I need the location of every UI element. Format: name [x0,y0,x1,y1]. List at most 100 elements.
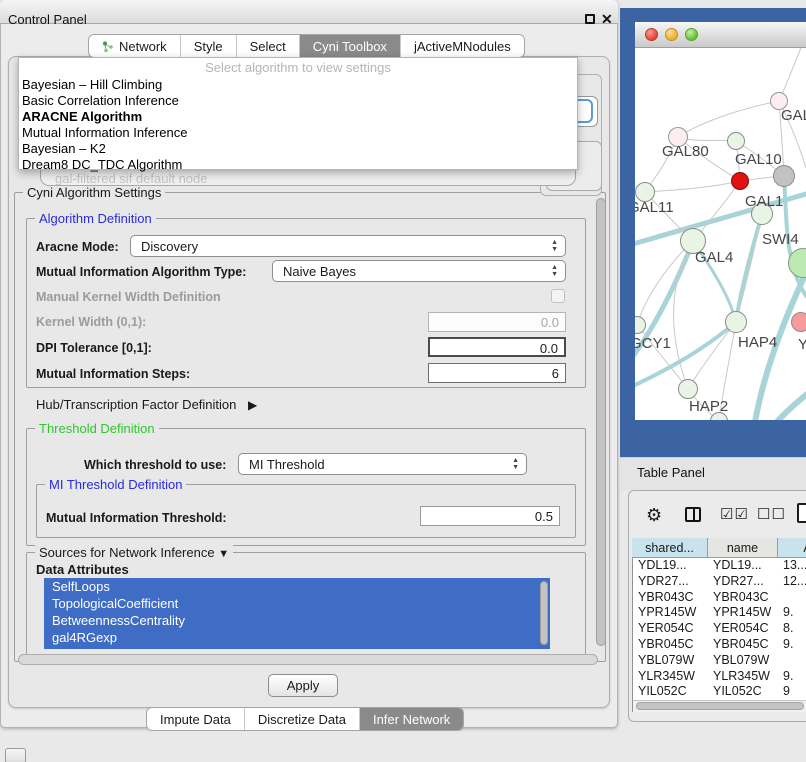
list-item-gal4rgexp[interactable]: gal4RGexp [44,629,550,646]
table-cell[interactable]: 9. [778,605,806,621]
table-cell[interactable]: 12... [778,574,806,590]
table-cell[interactable]: YBL079W [708,653,778,669]
dropdown-item-bayesian-hill-climbing[interactable]: Bayesian – Hill Climbing [22,77,562,93]
dropdown-item-basic-correlation[interactable]: Basic Correlation Inference [22,93,562,109]
network-node-gal10[interactable] [727,132,745,150]
checked-columns-icon[interactable]: ☑☑ [720,505,749,523]
node-label-hap2: HAP2 [689,398,728,415]
table-cell[interactable]: YDL19... [633,558,708,574]
manual-kernel-checkbox[interactable] [551,289,565,303]
table-cell[interactable]: YDR27... [633,574,708,590]
table-horizontal-scrollbar-thumb[interactable] [636,702,804,710]
which-threshold-combo[interactable]: MI Threshold ▲▼ [238,453,527,475]
table-cell[interactable]: YBR045C [633,637,708,653]
tab-network[interactable]: Network [89,35,180,57]
dropdown-item-mutual-information[interactable]: Mutual Information Inference [22,125,562,141]
node-label-y: Y [798,336,806,353]
dropdown-item-bayesian-k2[interactable]: Bayesian – K2 [22,141,562,157]
collapse-down-arrow-icon: ▼ [218,548,229,560]
attributes-list-scrollbar[interactable] [540,581,548,645]
threshold-definition-legend: Threshold Definition [35,421,159,436]
table-cell[interactable]: YLR345W [708,669,778,685]
table-cell[interactable]: YER054C [708,621,778,637]
mi-algorithm-type-combo[interactable]: Naive Bayes ▲▼ [272,260,566,282]
table-cell[interactable]: 9 [778,684,806,700]
table-cell[interactable]: 9. [778,637,806,653]
table-cell[interactable]: YBR043C [633,590,708,606]
table-cell[interactable]: 9. [778,669,806,685]
table-cell[interactable]: YBR043C [708,590,778,606]
close-icon[interactable]: ✕ [601,11,613,28]
sources-legend[interactable]: Sources for Network Inference ▼ [35,545,233,560]
table-cell[interactable]: YBL079W [633,653,708,669]
aracne-mode-label: Aracne Mode: [36,240,119,254]
collapsed-panel-button[interactable] [5,748,26,762]
mi-steps-label: Mutual Information Steps: [36,367,190,381]
column-header-name[interactable]: name [708,538,778,558]
column-header-partial[interactable]: A [778,538,806,558]
network-node[interactable] [773,165,795,187]
tab-cyni-toolbox[interactable]: Cyni Toolbox [299,35,400,57]
table-cell[interactable] [778,590,806,606]
table-cell[interactable]: YIL052C [633,684,708,700]
list-item-topologicalcoefficient[interactable]: TopologicalCoefficient [44,595,550,612]
zoom-traffic-light-icon[interactable] [685,28,698,41]
network-node[interactable] [791,312,806,332]
document-icon[interactable] [797,503,806,523]
network-node-hap4[interactable] [725,311,747,333]
dropdown-item-aracne[interactable]: ARACNE Algorithm [22,109,562,125]
table-cell[interactable]: YER054C [633,621,708,637]
minimize-traffic-light-icon[interactable] [665,28,678,41]
dropdown-item-dream8[interactable]: Dream8 DC_TDC Algorithm [22,157,562,173]
tab-infer-network[interactable]: Infer Network [359,708,463,730]
mi-steps-field[interactable]: 6 [428,363,566,383]
table-cell[interactable]: YDL19... [708,558,778,574]
cyni-algorithm-settings-legend: Cyni Algorithm Settings [23,185,165,200]
table-cell[interactable]: 13... [778,558,806,574]
mi-threshold-definition-legend: MI Threshold Definition [45,477,186,492]
node-label-swi4: SWI4 [762,231,799,248]
combo-spinner-icon: ▲▼ [512,457,519,471]
table-cell[interactable]: 8. [778,621,806,637]
hub-definition-expander[interactable]: Hub/Transcription Factor Definition ▶ [36,397,257,412]
combo-spinner-icon: ▲▼ [551,264,558,278]
mutual-information-threshold-label: Mutual Information Threshold: [46,511,227,525]
table-cell[interactable]: YBR045C [708,637,778,653]
tab-jactivemnodules[interactable]: jActiveMNodules [400,35,524,57]
dpi-tolerance-field[interactable]: 0.0 [428,337,566,357]
tab-discretize-data[interactable]: Discretize Data [244,708,359,730]
table-cell[interactable]: YPR145W [708,605,778,621]
table-cell[interactable]: YLR345W [633,669,708,685]
tab-select[interactable]: Select [236,35,299,57]
table-cell[interactable]: YDR27... [708,574,778,590]
float-window-icon[interactable] [585,14,595,24]
control-panel-titlebar[interactable] [0,0,618,24]
split-column-icon[interactable] [685,507,701,522]
network-graph-icon [102,40,114,53]
tab-impute-data[interactable]: Impute Data [147,708,244,730]
network-node-hap2[interactable] [678,379,698,399]
unchecked-columns-icon[interactable]: ☐☐ [757,505,786,523]
table-cell[interactable]: YPR145W [633,605,708,621]
list-item-betweennesscentrality[interactable]: BetweennessCentrality [44,612,550,629]
aracne-mode-combo[interactable]: Discovery ▲▼ [130,235,566,257]
column-header-shared-name[interactable]: shared... [632,538,708,558]
hub-definition-label: Hub/Transcription Factor Definition [36,397,236,412]
network-node-gal1[interactable] [731,172,749,190]
network-window-titlebar[interactable] [635,22,806,48]
mutual-information-threshold-field[interactable]: 0.5 [420,506,560,526]
node-label-gal80: GAL80 [662,143,709,160]
data-attributes-list: SelfLoops TopologicalCoefficient Between… [44,578,550,649]
settings-vertical-scrollbar[interactable] [596,198,606,646]
list-item-selfloops[interactable]: SelfLoops [44,578,550,595]
combo-spinner-icon: ▲▼ [551,239,558,253]
close-traffic-light-icon[interactable] [645,28,658,41]
table-cell[interactable]: YIL052C [708,684,778,700]
network-canvas[interactable]: GAL GAL80 GAL10 GAL1 GAL11 SWI4 GAL4 GCY… [635,48,806,420]
gear-icon[interactable]: ⚙ [646,506,662,524]
apply-button[interactable]: Apply [268,674,338,697]
table-cell[interactable] [778,653,806,669]
settings-horizontal-scrollbar[interactable] [18,654,598,665]
tab-style[interactable]: Style [180,35,236,57]
kernel-width-field[interactable]: 0.0 [428,312,566,332]
